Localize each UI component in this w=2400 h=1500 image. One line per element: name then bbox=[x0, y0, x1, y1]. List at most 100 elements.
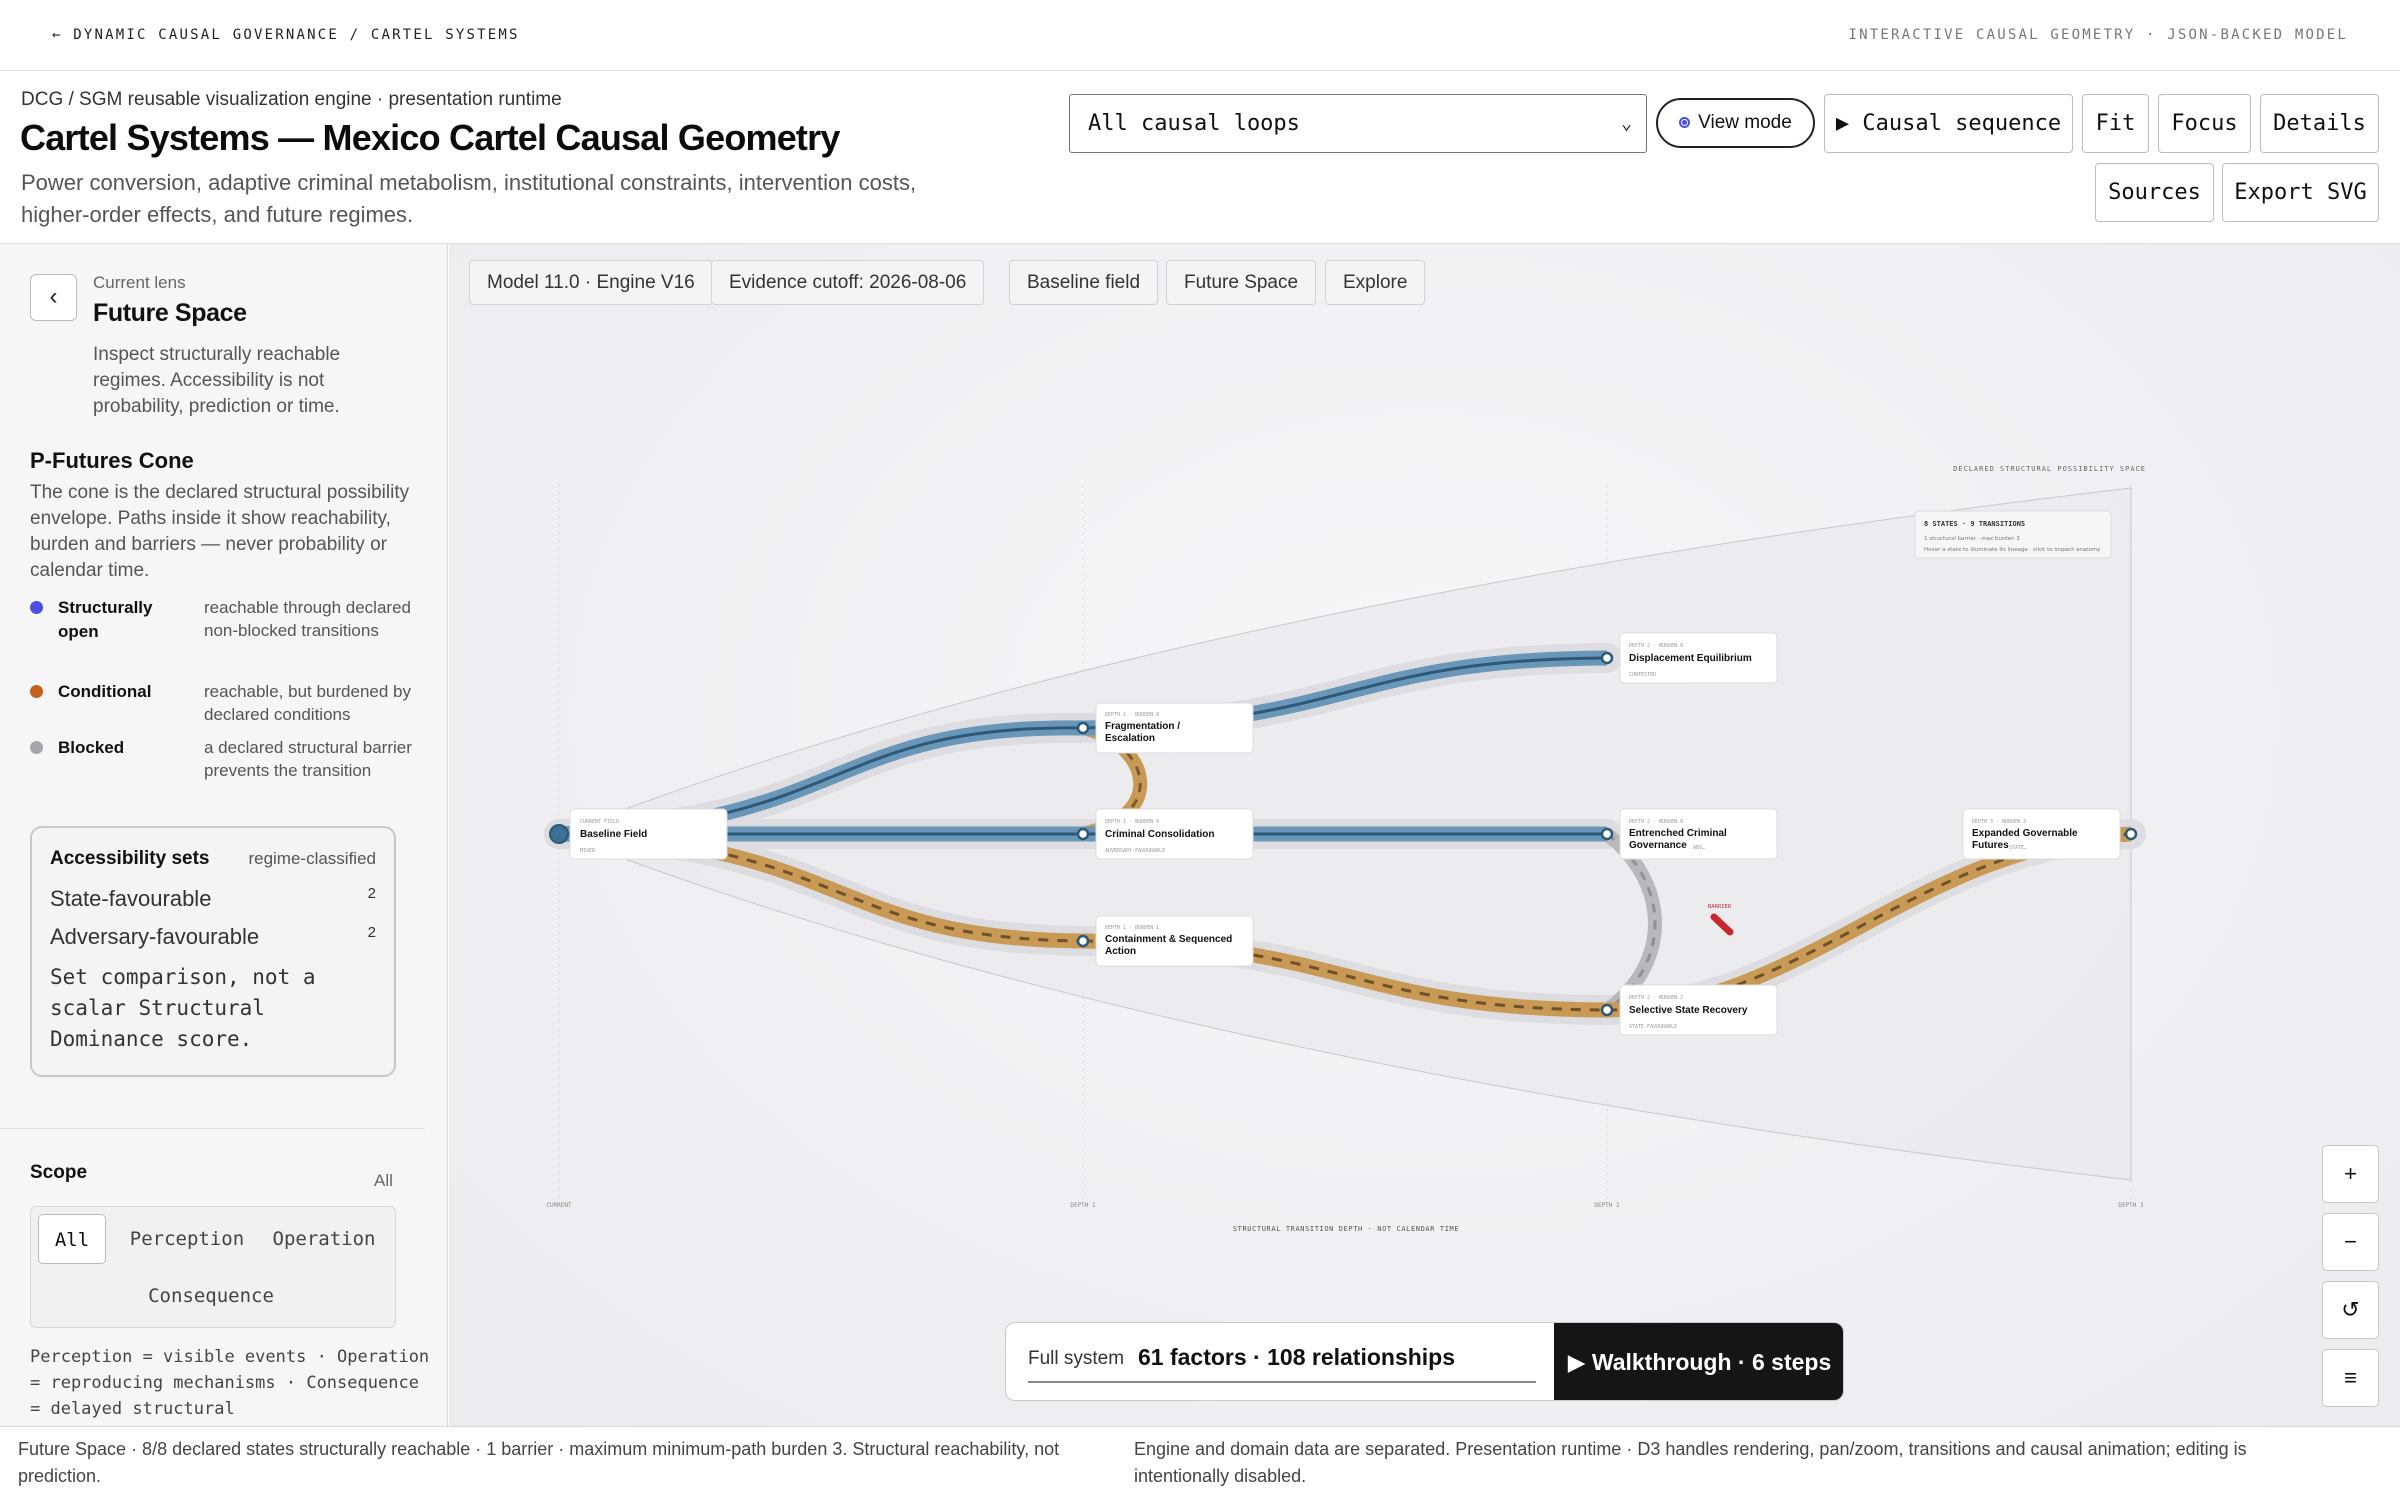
node-meta: DEPTH 2 · BURDEN 2 bbox=[1629, 995, 1683, 1001]
accessibility-row-label: State-favourable bbox=[50, 886, 212, 911]
fit-button[interactable]: Fit bbox=[2082, 94, 2149, 153]
scope-option-operation[interactable]: Operation bbox=[259, 1214, 389, 1264]
page-header: DCG / SGM reusable visualization engine … bbox=[0, 71, 2400, 244]
export-svg-button[interactable]: Export SVG bbox=[2222, 163, 2379, 222]
node-meta: DEPTH 1 · BURDEN 0 bbox=[1105, 712, 1159, 718]
node-fragmentation[interactable]: DEPTH 1 · BURDEN 0 Fragmentation / Escal… bbox=[1095, 702, 1254, 754]
causal-loop-select-value: All causal loops bbox=[1088, 111, 1300, 136]
node-foot: STATE… bbox=[2009, 845, 2027, 851]
accessibility-tag: regime-classified bbox=[248, 849, 376, 868]
node-recovery[interactable]: DEPTH 2 · BURDEN 2 Selective State Recov… bbox=[1619, 984, 1778, 1036]
node-consolidation[interactable]: DEPTH 1 · BURDEN 0 Criminal Consolidatio… bbox=[1095, 808, 1254, 860]
scope-option-all[interactable]: All bbox=[38, 1214, 106, 1264]
scope-note: Perception = visible events · Operation … bbox=[30, 1347, 430, 1419]
top-bar: ← DYNAMIC CAUSAL GOVERNANCE / CARTEL SYS… bbox=[0, 0, 2400, 71]
blocked-dot-icon bbox=[30, 741, 43, 754]
legend-name: Blocked bbox=[58, 738, 125, 757]
cone-label: DECLARED STRUCTURAL POSSIBILITY SPACE bbox=[1953, 465, 2146, 473]
node-expanded[interactable]: DEPTH 3 · BURDEN 3 Expanded Governable F… bbox=[1962, 808, 2121, 860]
lens-back-button[interactable]: ‹ bbox=[30, 274, 77, 321]
causal-loop-select[interactable]: All causal loops ⌄ bbox=[1069, 94, 1647, 153]
node-title-line: Containment & Sequenced bbox=[1105, 934, 1232, 945]
legend-name: Conditional bbox=[58, 682, 152, 701]
reset-view-button[interactable]: ↺ bbox=[2322, 1281, 2379, 1339]
node-baseline[interactable]: CURRENT FIELD Baseline Field MIXED bbox=[569, 808, 728, 860]
system-value[interactable]: 61 factors · 108 relationships bbox=[1138, 1344, 1455, 1371]
chevron-left-icon: ‹ bbox=[49, 283, 58, 310]
focus-button[interactable]: Focus bbox=[2158, 94, 2251, 153]
legend-definition: a declared structural barrier prevents t… bbox=[204, 738, 412, 780]
node-displacement[interactable]: DEPTH 2 · BURDEN 0 Displacement Equilibr… bbox=[1619, 632, 1778, 684]
node-port bbox=[1600, 827, 1614, 841]
legend-name: Structurally open bbox=[58, 598, 153, 641]
footer-note: Engine and domain data are separated. Pr… bbox=[1134, 1439, 2247, 1486]
legend-definition: reachable, but burdened by declared cond… bbox=[204, 682, 411, 724]
menu-button[interactable]: ≡ bbox=[2322, 1349, 2379, 1407]
footer-status: Future Space · 8/8 declared states struc… bbox=[18, 1439, 1060, 1486]
node-containment[interactable]: DEPTH 1 · BURDEN 1 Containment & Sequenc… bbox=[1095, 915, 1254, 967]
origin-node-dot[interactable] bbox=[549, 824, 569, 844]
lens-title: Future Space bbox=[93, 299, 247, 327]
node-meta: DEPTH 1 · BURDEN 1 bbox=[1105, 925, 1159, 931]
details-button[interactable]: Details bbox=[2260, 94, 2379, 153]
node-title-line: Action bbox=[1105, 946, 1136, 957]
node-title: Selective State Recovery bbox=[1629, 1005, 1748, 1016]
node-port bbox=[2124, 827, 2138, 841]
accessibility-note: Set comparison, not a scalar Structural … bbox=[50, 965, 316, 1051]
view-mode-toggle[interactable]: View mode bbox=[1656, 98, 1815, 148]
node-foot: MIXED bbox=[580, 848, 595, 854]
summary-title: 8 STATES · 9 TRANSITIONS bbox=[1924, 520, 2025, 528]
scope-option-perception[interactable]: Perception bbox=[117, 1214, 257, 1264]
node-port bbox=[1600, 651, 1614, 665]
system-underline bbox=[1028, 1381, 1536, 1383]
scope-all-link[interactable]: All bbox=[374, 1171, 393, 1191]
lens-description: Inspect structurally reachable regimes. … bbox=[93, 344, 341, 417]
axis-caption: STRUCTURAL TRANSITION DEPTH · NOT CALEND… bbox=[1233, 1225, 1459, 1233]
depth-label: CURRENT bbox=[546, 1202, 572, 1209]
scope-option-consequence[interactable]: Consequence bbox=[131, 1271, 291, 1321]
node-meta: CURRENT FIELD bbox=[580, 819, 619, 825]
node-title-line: Governance bbox=[1629, 840, 1687, 851]
node-title-line: Futures bbox=[1972, 840, 2009, 851]
system-summary-bar: Full system 61 factors · 108 relationshi… bbox=[1005, 1322, 1844, 1401]
zoom-out-button[interactable]: − bbox=[2322, 1213, 2379, 1271]
cone-title: P-Futures Cone bbox=[30, 448, 194, 473]
back-link[interactable]: ← DYNAMIC CAUSAL GOVERNANCE / CARTEL SYS… bbox=[52, 27, 520, 43]
node-title: Baseline Field bbox=[580, 829, 647, 840]
summary-line: Hover a state to illuminate its lineage … bbox=[1924, 547, 2101, 553]
walkthrough-button[interactable]: ▶ Walkthrough · 6 steps bbox=[1554, 1323, 1843, 1400]
node-title: Criminal Consolidation bbox=[1105, 829, 1214, 840]
accessibility-row-label: Adversary-favourable bbox=[50, 924, 260, 949]
accessibility-sets-card: Accessibility sets regime-classified Sta… bbox=[30, 826, 396, 1077]
node-port bbox=[1076, 827, 1090, 841]
cone-description: The cone is the declared structural poss… bbox=[30, 482, 410, 581]
summary-box: 8 STATES · 9 TRANSITIONS 1 structural ba… bbox=[1914, 510, 2112, 559]
sources-button[interactable]: Sources bbox=[2095, 163, 2214, 222]
graph-canvas[interactable]: Model 11.0 · Engine V16 Evidence cutoff:… bbox=[449, 244, 2400, 1426]
scope-segmented-control: All Perception Operation Consequence bbox=[30, 1206, 396, 1328]
radio-dot-icon bbox=[1679, 117, 1691, 128]
zoom-in-button[interactable]: + bbox=[2322, 1145, 2379, 1203]
summary-line: 1 structural barrier · max burden 3 bbox=[1924, 536, 2020, 542]
node-title-line: Expanded Governable bbox=[1972, 828, 2078, 839]
accessibility-title: Accessibility sets bbox=[50, 848, 210, 869]
node-meta: DEPTH 2 · BURDEN 0 bbox=[1629, 819, 1683, 825]
node-title-line: Fragmentation / bbox=[1105, 721, 1180, 732]
causal-sequence-button[interactable]: ▶ Causal sequence bbox=[1824, 94, 2073, 153]
accessibility-row-count: 2 bbox=[367, 924, 376, 941]
future-space-graph[interactable]: DECLARED STRUCTURAL POSSIBILITY SPACE 8 … bbox=[449, 244, 2400, 1426]
legend-definition: reachable through declared non-blocked t… bbox=[204, 598, 411, 640]
page-title: Cartel Systems — Mexico Cartel Causal Ge… bbox=[20, 117, 840, 158]
accessibility-row-count: 2 bbox=[367, 885, 376, 902]
node-foot: ADV… bbox=[1693, 845, 1705, 851]
scope-title: Scope bbox=[30, 1162, 88, 1183]
depth-label: DEPTH 1 bbox=[1070, 1202, 1096, 1209]
breadcrumb: DCG / SGM reusable visualization engine … bbox=[21, 89, 562, 110]
divider bbox=[0, 1128, 425, 1129]
conditional-dot-icon bbox=[30, 685, 43, 698]
view-mode-label: View mode bbox=[1698, 112, 1792, 133]
status-footer: Future Space · 8/8 declared states struc… bbox=[0, 1426, 2400, 1500]
barrier-label: BARRIER bbox=[1708, 904, 1732, 910]
node-entrenched[interactable]: DEPTH 2 · BURDEN 0 Entrenched Criminal G… bbox=[1619, 808, 1778, 860]
node-title-line: Escalation bbox=[1105, 733, 1155, 744]
